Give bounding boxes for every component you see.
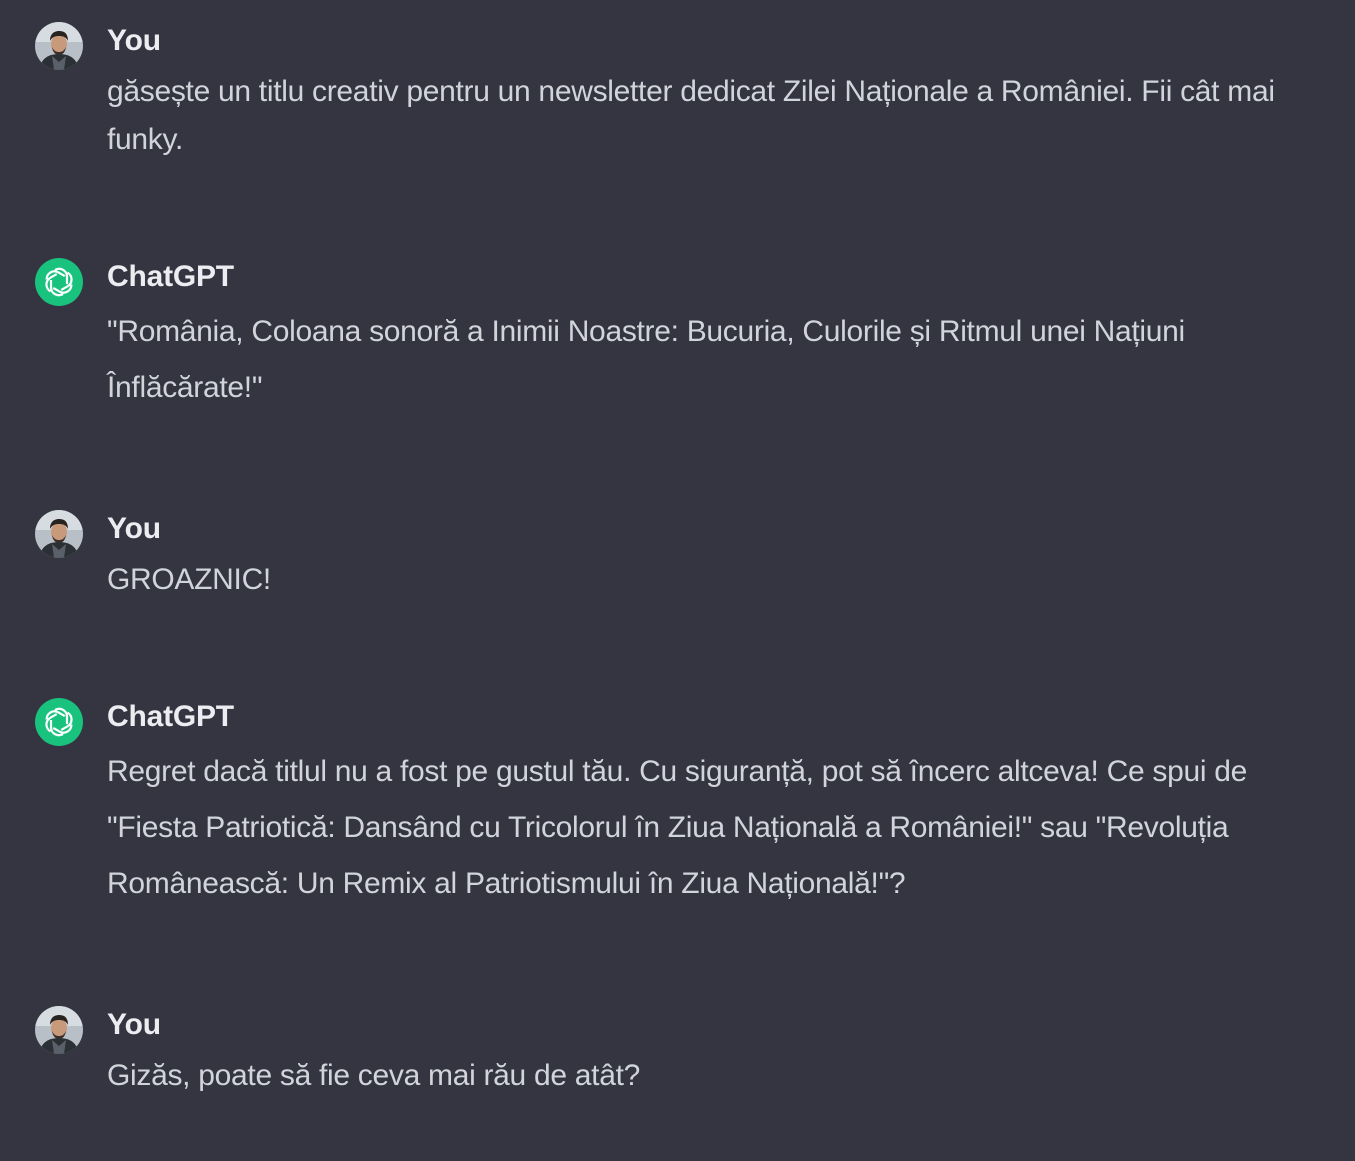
- message-author: ChatGPT: [107, 700, 234, 733]
- user-photo-icon: [35, 510, 83, 558]
- user-photo-icon: [35, 22, 83, 70]
- message-text: găsește un titlu creativ pentru un newsl…: [107, 75, 1275, 156]
- message-author: ChatGPT: [107, 260, 234, 293]
- user-avatar: [35, 22, 83, 70]
- message-author: You: [107, 512, 161, 545]
- message-text: Gizăs, poate să fie ceva mai rău de atât…: [107, 1059, 641, 1092]
- message-author: You: [107, 24, 161, 57]
- assistant-avatar: [35, 698, 83, 746]
- user-avatar: [35, 510, 83, 558]
- assistant-avatar: [35, 258, 83, 306]
- message-text: Regret dacă titlul nu a fost pe gustul t…: [107, 755, 1248, 900]
- openai-logo-icon: [45, 707, 73, 737]
- openai-logo-icon: [45, 267, 73, 297]
- message-text: "România, Coloana sonoră a Inimii Noastr…: [107, 315, 1185, 404]
- user-avatar: [35, 1006, 83, 1054]
- chat-thread: You găsește un titlu creativ pentru un n…: [0, 0, 1355, 1161]
- user-photo-icon: [35, 1006, 83, 1054]
- message-text: GROAZNIC!: [107, 563, 271, 596]
- message-author: You: [107, 1008, 161, 1041]
